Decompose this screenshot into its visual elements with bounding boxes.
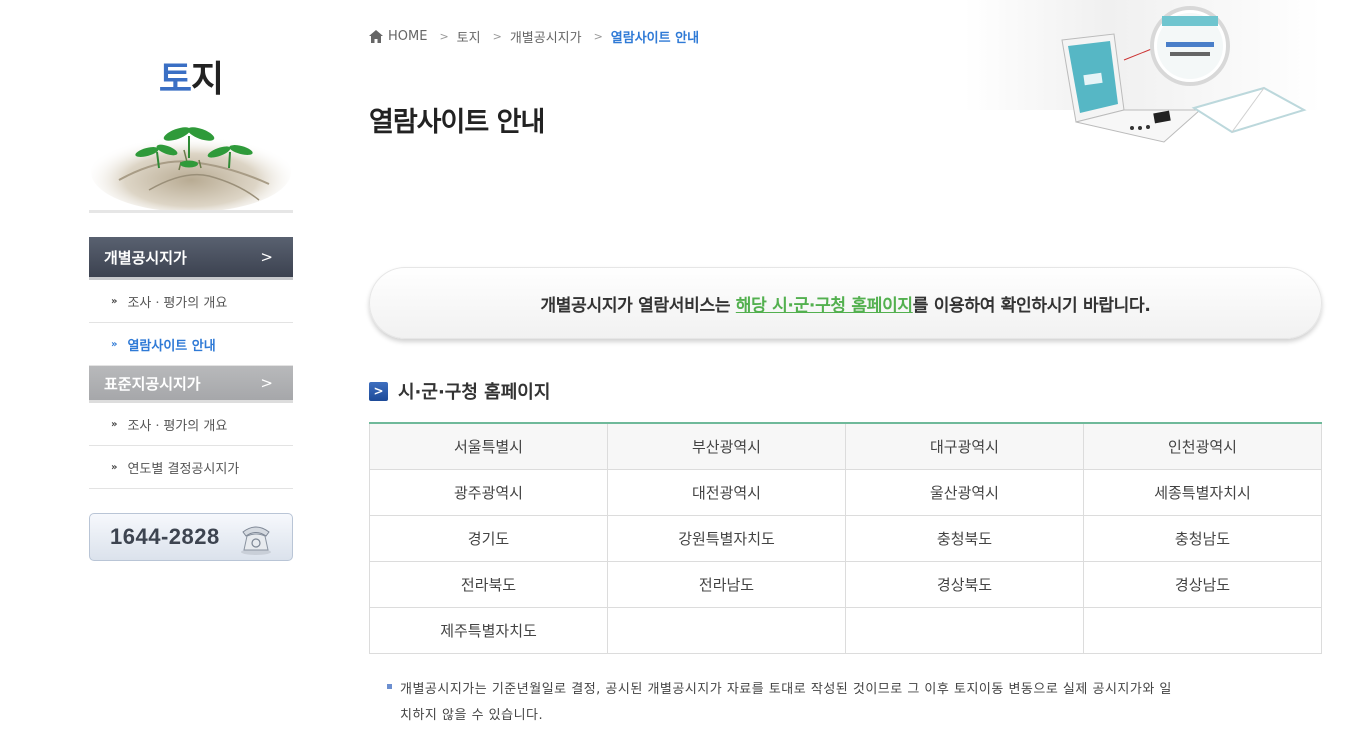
city-link[interactable]: 충청남도 — [1083, 514, 1322, 562]
table-row: 광주광역시 대전광역시 울산광역시 세종특별자치시 — [369, 468, 1322, 516]
city-link[interactable]: 울산광역시 — [845, 468, 1084, 516]
city-link[interactable]: 경상북도 — [845, 560, 1084, 608]
footnote: 개별공시지가는 기준년월일로 결정, 공시된 개별공시지가 자료를 토대로 작성… — [387, 677, 1322, 729]
home-icon[interactable] — [369, 29, 383, 43]
notice-text-before: 개별공시지가 열람서비스는 — [540, 295, 736, 316]
sidebar-title-accent: 토 — [158, 59, 192, 100]
sub-item-label: 연도별 결정공시지가 — [127, 461, 240, 477]
city-link[interactable]: 세종특별자치시 — [1083, 468, 1322, 516]
empty-cell — [607, 606, 846, 654]
city-link[interactable]: 대전광역시 — [607, 468, 846, 516]
empty-cell — [845, 606, 1084, 654]
sub-item-yearly-price[interactable]: » 연도별 결정공시지가 — [89, 446, 293, 489]
side-menu: 개별공시지가 > » 조사ㆍ평가의 개요 » 열람사이트 안내 표준지공시지가 … — [89, 237, 293, 489]
page-title: 열람사이트 안내 — [369, 107, 545, 138]
city-homepage-table: 서울특별시 부산광역시 대구광역시 인천광역시 광주광역시 대전광역시 울산광역시 세종특별자… — [369, 422, 1322, 654]
city-link[interactable]: 경상남도 — [1083, 560, 1322, 608]
notice-text-after: 를 이용하여 확인하시기 바랍니다. — [912, 295, 1151, 316]
city-link[interactable]: 제주특별자치도 — [369, 606, 608, 654]
city-link[interactable]: 전라북도 — [369, 560, 608, 608]
menu-standard-land-price[interactable]: 표준지공시지가 > — [89, 366, 293, 400]
breadcrumb-separator-icon: > — [439, 29, 449, 43]
table-row: 서울특별시 부산광역시 대구광역시 인천광역시 — [369, 422, 1322, 470]
sprout-illustration — [89, 127, 293, 213]
breadcrumb-land[interactable]: 토지 — [457, 27, 481, 46]
city-link[interactable]: 서울특별시 — [369, 422, 608, 470]
phone-number: 1644-2828 — [110, 524, 220, 549]
section-title: 시·군·구청 홈페이지 — [398, 382, 551, 403]
menu-label: 표준지공시지가 — [104, 374, 201, 393]
double-chevron-icon: » — [111, 295, 118, 307]
double-chevron-icon: » — [111, 461, 118, 473]
table-row: 제주특별자치도 — [369, 606, 1322, 654]
menu-individual-land-price[interactable]: 개별공시지가 > — [89, 237, 293, 277]
breadcrumb: HOME > 토지 > 개별공시지가 > 열람사이트 안내 — [369, 26, 699, 46]
sidebar-title: 토지 — [89, 58, 293, 102]
chevron-right-icon: > — [260, 248, 273, 266]
city-link[interactable]: 인천광역시 — [1083, 422, 1322, 470]
sub-item-viewing-site-guide[interactable]: » 열람사이트 안내 — [89, 323, 293, 366]
phone-contact-box: 1644-2828 — [89, 513, 293, 561]
table-row: 전라북도 전라남도 경상북도 경상남도 — [369, 560, 1322, 608]
section-heading: > 시·군·구청 홈페이지 — [369, 378, 550, 404]
sub-item-survey-overview[interactable]: » 조사ㆍ평가의 개요 — [89, 280, 293, 323]
chevron-right-box-icon: > — [369, 381, 388, 401]
empty-cell — [1083, 606, 1322, 654]
notice-banner: 개별공시지가 열람서비스는 해당 시·군·구청 홈페이지 를 이용하여 확인하시기… — [369, 267, 1322, 339]
menu-label: 개별공시지가 — [104, 248, 187, 267]
laptop-illustration — [964, 0, 1322, 143]
breadcrumb-separator-icon: > — [593, 29, 603, 43]
breadcrumb-separator-icon: > — [492, 29, 502, 43]
breadcrumb-current: 열람사이트 안내 — [610, 30, 700, 46]
city-link[interactable]: 부산광역시 — [607, 422, 846, 470]
city-link[interactable]: 강원특별자치도 — [607, 514, 846, 562]
double-chevron-icon: » — [111, 338, 118, 350]
city-link[interactable]: 경기도 — [369, 514, 608, 562]
city-link[interactable]: 전라남도 — [607, 560, 846, 608]
breadcrumb-individual-price[interactable]: 개별공시지가 — [510, 27, 582, 46]
double-chevron-icon: » — [111, 418, 118, 430]
footnote-line-2: 치하지 않을 수 있습니다. — [400, 708, 544, 723]
notice-highlight-link[interactable]: 해당 시·군·구청 홈페이지 — [736, 291, 913, 316]
sub-item-label: 조사ㆍ평가의 개요 — [127, 295, 228, 311]
city-link[interactable]: 광주광역시 — [369, 468, 608, 516]
sub-item-label: 조사ㆍ평가의 개요 — [127, 418, 228, 434]
sub-item-label: 열람사이트 안내 — [127, 338, 216, 354]
city-link[interactable]: 충청북도 — [845, 514, 1084, 562]
footnote-line-1: 개별공시지가는 기준년월일로 결정, 공시된 개별공시지가 자료를 토대로 작성… — [400, 682, 1172, 697]
breadcrumb-home[interactable]: HOME — [388, 29, 427, 44]
square-bullet-icon — [387, 684, 392, 689]
chevron-right-icon: > — [260, 374, 273, 392]
table-row: 경기도 강원특별자치도 충청북도 충청남도 — [369, 514, 1322, 562]
sidebar-title-rest: 지 — [191, 59, 224, 100]
sub-item-standard-survey-overview[interactable]: » 조사ㆍ평가의 개요 — [89, 403, 293, 446]
telephone-icon — [241, 526, 271, 555]
city-link[interactable]: 대구광역시 — [845, 422, 1084, 470]
